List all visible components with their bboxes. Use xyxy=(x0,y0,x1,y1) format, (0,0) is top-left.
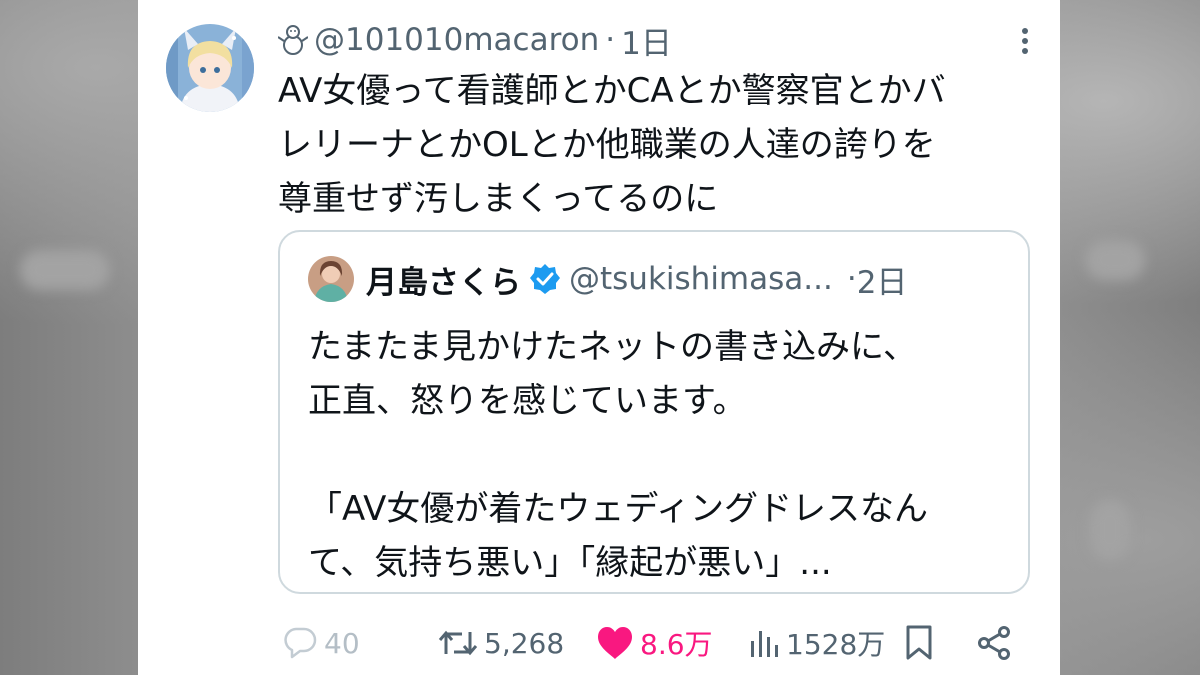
tweet-time[interactable]: 1日 xyxy=(621,18,672,63)
reply-icon xyxy=(284,627,317,659)
views-count: 1528万 xyxy=(786,628,886,661)
like-icon xyxy=(598,627,632,659)
tweet-card: @101010macaron · 1日 AV女優って看護師とかCAとか警察官とか… xyxy=(138,0,1060,675)
background-blob xyxy=(1085,240,1145,280)
bookmark-button[interactable] xyxy=(904,618,934,668)
retweet-button[interactable]: 5,268 xyxy=(438,618,564,668)
verified-badge-icon xyxy=(530,264,560,294)
quoted-author-handle[interactable]: @tsukishimasa... xyxy=(569,261,833,297)
retweet-count: 5,268 xyxy=(484,626,565,660)
background-blob xyxy=(20,250,110,290)
background-blob xyxy=(1090,500,1130,560)
share-button[interactable] xyxy=(976,618,1012,668)
like-count: 8.6万 xyxy=(640,628,713,661)
action-bar: 40 5,268 8.6万 1528万 xyxy=(138,618,1060,668)
quoted-author-avatar[interactable] xyxy=(308,256,354,302)
views-icon xyxy=(751,631,778,657)
tweet-header: @101010macaron · 1日 xyxy=(278,18,672,63)
retweet-icon xyxy=(438,630,478,656)
more-icon[interactable] xyxy=(1020,26,1030,56)
author-avatar[interactable] xyxy=(166,24,254,112)
share-icon xyxy=(978,626,1010,660)
bookmark-icon xyxy=(906,625,932,660)
reply-count: 40 xyxy=(324,626,360,660)
quoted-tweet[interactable]: 月島さくら @tsukishimasa... · 2日 たまたま見かけたネットの… xyxy=(278,230,1030,594)
views-button[interactable]: 1528万 xyxy=(748,618,885,668)
reply-button[interactable]: 40 xyxy=(282,618,360,668)
author-handle[interactable]: @101010macaron xyxy=(314,22,599,58)
header-separator: · xyxy=(605,22,616,58)
quoted-tweet-text: たまたま見かけたネットの書き込みに、 正直、怒りを感じています。 「AV女優が着… xyxy=(308,327,928,583)
quoted-tweet-header: 月島さくら @tsukishimasa... · 2日 xyxy=(366,256,1006,302)
tweet-text: AV女優って看護師とかCAとか警察官とかバ レリーナとかOLとか他職業の人達の誇… xyxy=(278,71,946,219)
quoted-separator: · xyxy=(846,261,857,297)
quoted-author-name[interactable]: 月島さくら xyxy=(366,257,521,302)
snowman-icon xyxy=(278,25,308,55)
like-button[interactable]: 8.6万 xyxy=(596,618,713,668)
quoted-tweet-time[interactable]: 2日 xyxy=(857,257,908,302)
